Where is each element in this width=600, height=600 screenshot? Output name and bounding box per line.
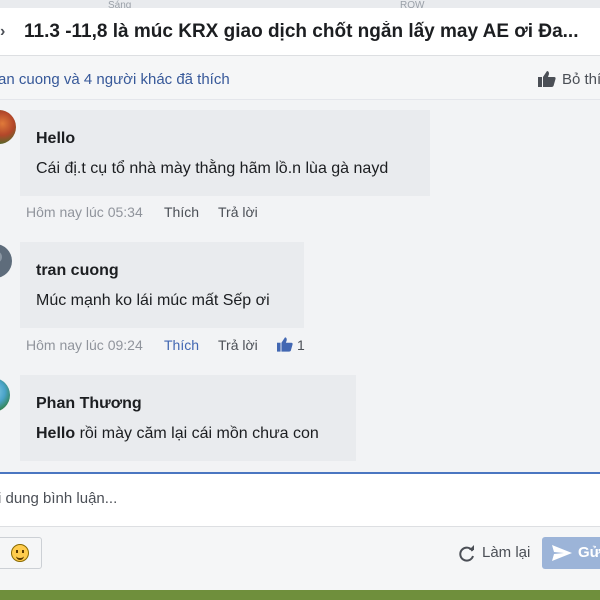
send-arrow-icon [552, 545, 572, 561]
comment-text: Múc mạnh ko lái múc mất Sếp ơi [36, 292, 270, 309]
like-count-value: 1 [297, 337, 305, 353]
composer-input-row [0, 474, 600, 524]
unlike-label: Bỏ thích [562, 71, 600, 88]
composer-actions: Làm lại Gửi [0, 526, 600, 600]
comment-reply-button[interactable]: Trả lời [218, 337, 258, 353]
avatar[interactable] [0, 110, 16, 144]
comment-meta: Hôm nay lúc 09:24 Thích Trả lời 1 [26, 337, 346, 355]
mentioned-user[interactable]: Hello [36, 425, 75, 442]
comment-text: Hello rồi mày căm lại cái mồn chưa con [36, 425, 319, 443]
comment-text-rest: rồi mày căm lại cái mồn chưa con [75, 425, 319, 442]
post-title[interactable]: 11.3 -11,8 là múc KRX giao dịch chốt ngắ… [24, 21, 598, 43]
emoji-button[interactable] [0, 537, 42, 569]
reset-label: Làm lại [482, 544, 531, 561]
thumbs-up-icon [277, 337, 293, 352]
comment-text: Cái đị.t cụ tổ nhà mày thằng hãm lồ.n lù… [36, 160, 389, 177]
refresh-icon [459, 545, 474, 562]
smiley-emoji-icon [11, 544, 29, 562]
comment-input[interactable] [0, 490, 558, 507]
send-label: Gửi [578, 544, 600, 561]
comment-like-button[interactable]: Thích [164, 204, 199, 220]
app-root: Sáng ROW › 11.3 -11,8 là múc KRX giao dị… [0, 0, 600, 600]
background-page-strip [0, 590, 600, 600]
comment-bubble: Hello Cái đị.t cụ tổ nhà mày thằng hãm l… [20, 110, 430, 196]
comment-author[interactable]: Hello [36, 130, 75, 148]
comment-bubble: Phan Thương Hello rồi mày căm lại cái mồ… [20, 375, 356, 461]
comment-reply-button[interactable]: Trả lời [218, 204, 258, 220]
avatar[interactable] [0, 244, 12, 278]
comment-like-button[interactable]: Thích [164, 337, 199, 353]
avatar[interactable] [0, 378, 10, 412]
chevron-right-icon[interactable]: › [0, 22, 14, 42]
comment-author[interactable]: tran cuong [36, 262, 119, 280]
thumbs-up-icon [538, 71, 556, 87]
likes-summary-link[interactable]: an cuong và 4 người khác đã thích [0, 71, 230, 88]
send-button[interactable]: Gửi [542, 537, 600, 569]
comments-list: Hello Cái đị.t cụ tổ nhà mày thằng hãm l… [0, 100, 600, 472]
comment-author[interactable]: Phan Thương [36, 395, 142, 413]
comment-composer: Làm lại Gửi [0, 472, 600, 600]
comment-meta: Hôm nay lúc 05:34 Thích Trả lời [26, 204, 426, 222]
comment-timestamp[interactable]: Hôm nay lúc 09:24 [26, 337, 143, 353]
comment-bubble: tran cuong Múc mạnh ko lái múc mất Sếp ơ… [20, 242, 304, 328]
likes-bar: an cuong và 4 người khác đã thích Bỏ thí… [0, 56, 600, 100]
comment-timestamp[interactable]: Hôm nay lúc 05:34 [26, 204, 143, 220]
dialog-header: › 11.3 -11,8 là múc KRX giao dịch chốt n… [0, 8, 600, 56]
